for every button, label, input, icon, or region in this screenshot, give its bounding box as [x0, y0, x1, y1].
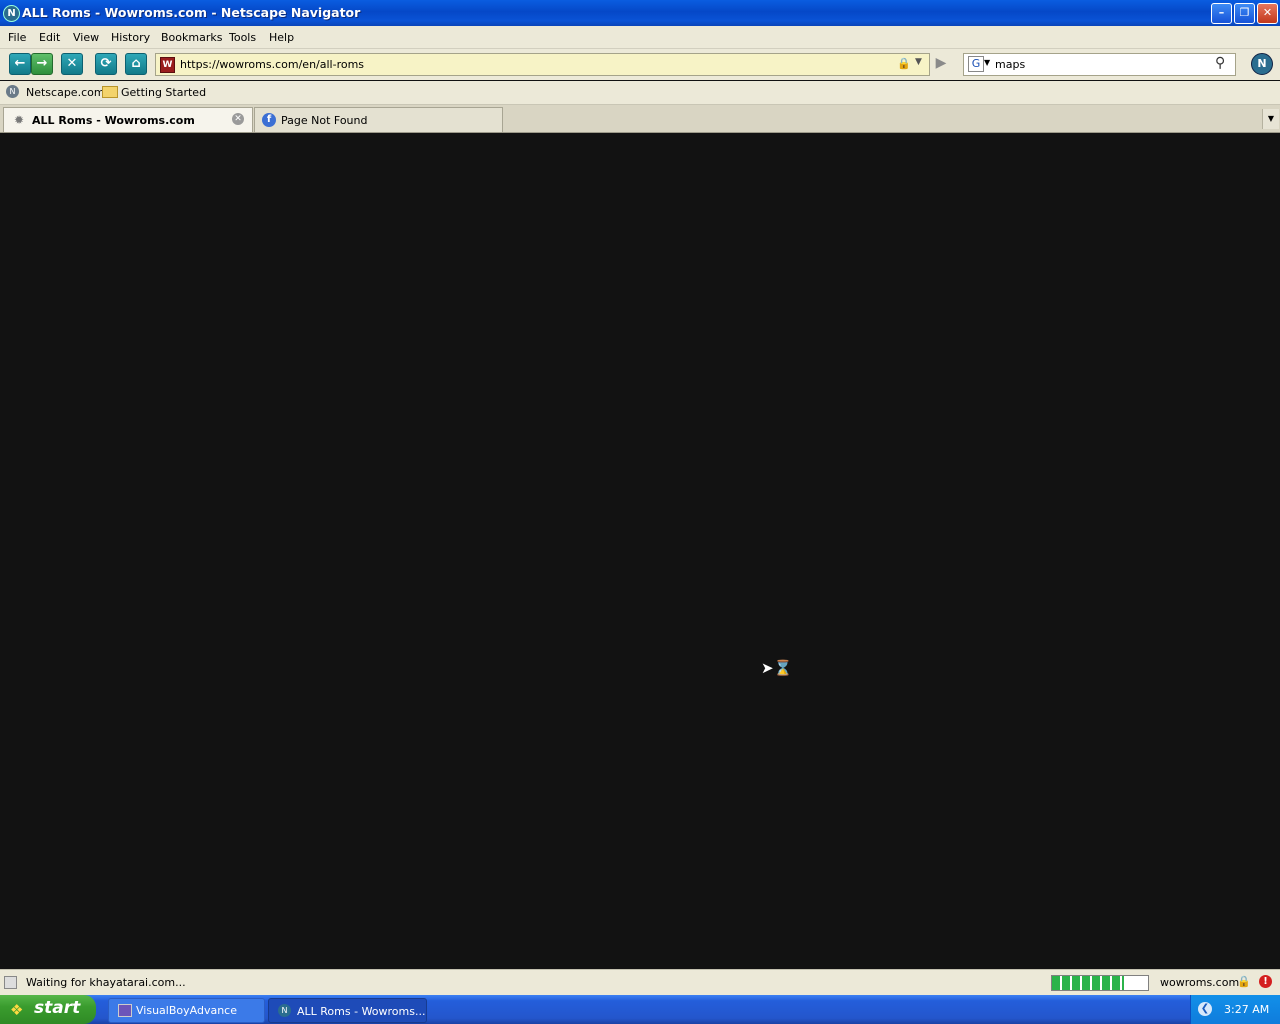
- menu-file[interactable]: File: [8, 31, 26, 44]
- folder-icon: [102, 86, 118, 98]
- site-favicon-icon: W: [160, 57, 175, 73]
- menu-bookmarks[interactable]: Bookmarks: [161, 31, 222, 44]
- google-engine-icon[interactable]: G: [968, 56, 984, 72]
- status-security-icon: [4, 976, 17, 989]
- back-icon: ←: [14, 56, 26, 71]
- tab-page-not-found[interactable]: f Page Not Found: [254, 107, 503, 132]
- bookmark-getting-started[interactable]: Getting Started: [121, 86, 206, 99]
- system-tray: ❮ 3:27 AM: [1190, 995, 1280, 1024]
- task-label: ALL Roms - Wowroms...: [297, 1005, 426, 1018]
- netscape-bookmark-icon: N: [6, 85, 19, 98]
- netscape-task-icon: N: [278, 1004, 291, 1017]
- task-label: VisualBoyAdvance: [136, 1004, 237, 1017]
- window-titlebar: N ALL Roms - Wowroms.com - Netscape Navi…: [0, 0, 1280, 26]
- progress-fill: [1052, 976, 1124, 990]
- status-bar: Waiting for khayatarai.com... wowroms.co…: [0, 969, 1280, 996]
- search-icon[interactable]: ⚲: [1215, 55, 1225, 71]
- window-title: ALL Roms - Wowroms.com - Netscape Naviga…: [22, 5, 361, 20]
- hourglass-cursor-icon: ➤⌛: [761, 659, 793, 677]
- tab-label: Page Not Found: [281, 114, 368, 127]
- page-content[interactable]: [0, 133, 1280, 969]
- menu-history[interactable]: History: [111, 31, 150, 44]
- engine-dropdown-icon[interactable]: ▼: [984, 58, 990, 67]
- url-text[interactable]: https://wowroms.com/en/all-roms: [180, 58, 364, 71]
- netscape-app-icon: N: [3, 5, 20, 22]
- menu-help[interactable]: Help: [269, 31, 294, 44]
- start-button[interactable]: ❖ start: [0, 995, 96, 1024]
- bookmarks-toolbar: N Netscape.com Getting Started: [0, 81, 1280, 105]
- task-visualboyadvance[interactable]: VisualBoyAdvance: [108, 998, 265, 1023]
- home-button[interactable]: ⌂: [125, 53, 147, 75]
- tab-list-dropdown-icon[interactable]: ▼: [1262, 109, 1279, 129]
- netscape-throbber-icon[interactable]: N: [1251, 53, 1273, 75]
- tab-label: ALL Roms - Wowroms.com: [32, 114, 195, 127]
- url-dropdown-icon[interactable]: ▼: [915, 57, 922, 67]
- reload-icon: ⟳: [100, 56, 112, 71]
- windows-logo-icon: ❖: [10, 1001, 24, 1019]
- stop-icon: ✕: [66, 56, 78, 71]
- clock[interactable]: 3:27 AM: [1224, 1003, 1269, 1016]
- tab-all-roms[interactable]: ✹ ALL Roms - Wowroms.com ✕: [3, 107, 253, 132]
- menu-tools[interactable]: Tools: [229, 31, 256, 44]
- status-text: Waiting for khayatarai.com...: [26, 976, 186, 989]
- facebook-icon: f: [262, 113, 276, 127]
- restore-button[interactable]: ❐: [1234, 3, 1255, 24]
- search-box[interactable]: G ▼ maps ⚲: [963, 53, 1236, 76]
- reload-button[interactable]: ⟳: [95, 53, 117, 75]
- tab-strip: ✹ ALL Roms - Wowroms.com ✕ f Page Not Fo…: [0, 105, 1280, 133]
- forward-icon: →: [36, 56, 48, 71]
- taskbar: ❖ start VisualBoyAdvance N ALL Roms - Wo…: [0, 995, 1280, 1024]
- close-tab-icon[interactable]: ✕: [232, 113, 244, 125]
- loading-spinner-icon: ✹: [14, 113, 25, 127]
- go-button[interactable]: ▶: [931, 55, 951, 73]
- status-domain: wowroms.com: [1160, 976, 1240, 989]
- padlock-icon: 🔒: [1237, 975, 1251, 988]
- stop-button[interactable]: ✕: [61, 53, 83, 75]
- start-label: start: [34, 998, 81, 1018]
- address-bar[interactable]: W https://wowroms.com/en/all-roms 🔒 ▼: [155, 53, 930, 76]
- show-hidden-icons-icon[interactable]: ❮: [1198, 1002, 1212, 1016]
- menu-view[interactable]: View: [73, 31, 99, 44]
- menu-bar: File Edit View History Bookmarks Tools H…: [0, 26, 1280, 49]
- alert-icon[interactable]: !: [1259, 975, 1272, 988]
- bookmark-netscape[interactable]: Netscape.com: [26, 86, 105, 99]
- forward-button[interactable]: →: [31, 53, 53, 75]
- minimize-button[interactable]: –: [1211, 3, 1232, 24]
- vba-icon: [118, 1004, 132, 1017]
- task-all-roms[interactable]: N ALL Roms - Wowroms...: [268, 998, 427, 1023]
- close-window-button[interactable]: ✕: [1257, 3, 1278, 24]
- search-input[interactable]: maps: [995, 58, 1025, 71]
- home-icon: ⌂: [131, 56, 141, 71]
- go-icon: ▶: [935, 55, 947, 71]
- lock-icon: 🔒: [897, 57, 911, 70]
- progress-bar: [1051, 975, 1149, 991]
- menu-edit[interactable]: Edit: [39, 31, 60, 44]
- back-button[interactable]: ←: [9, 53, 31, 75]
